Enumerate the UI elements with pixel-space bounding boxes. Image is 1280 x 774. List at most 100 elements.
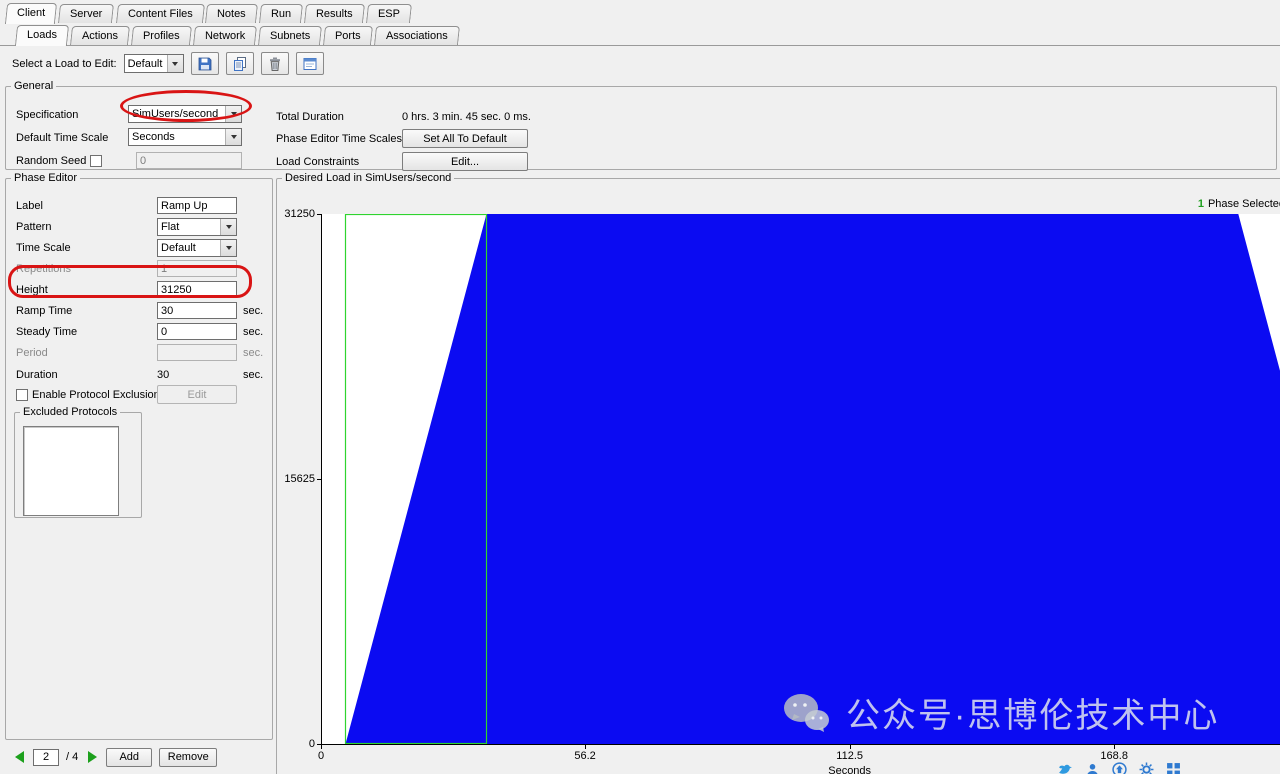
copy-icon <box>232 56 248 72</box>
phase-label-input[interactable] <box>157 197 237 214</box>
tab-run-label: Run <box>271 8 291 20</box>
period-unit: sec. <box>243 347 263 359</box>
tab-content-files[interactable]: Content Files <box>116 4 205 23</box>
chevron-down-icon <box>220 219 236 235</box>
tab-esp[interactable]: ESP <box>366 4 412 23</box>
phase-editor-group: Phase Editor Label Pattern Flat Time Sca… <box>5 172 273 740</box>
load-select[interactable]: Default <box>124 54 184 73</box>
tab-subnets[interactable]: Subnets <box>258 26 322 45</box>
repetitions-label: Repetitions <box>16 263 71 275</box>
x-tick-label: 56.2 <box>574 750 595 762</box>
tab-network[interactable]: Network <box>193 26 257 45</box>
specification-value: SimUsers/second <box>132 108 218 120</box>
chevron-down-icon <box>225 106 241 122</box>
height-input[interactable] <box>157 281 237 298</box>
tab-loads-label: Loads <box>27 29 57 41</box>
ramp-time-unit: sec. <box>243 305 263 317</box>
user-icon[interactable] <box>1085 762 1100 774</box>
tab-notes[interactable]: Notes <box>205 4 258 23</box>
steady-time-unit: sec. <box>243 326 263 338</box>
delete-load-button[interactable] <box>261 52 289 75</box>
time-scale-select[interactable]: Default <box>157 239 237 257</box>
phase-number-input[interactable] <box>33 749 59 766</box>
add-phase-button[interactable]: Add <box>106 748 152 767</box>
chevron-down-icon <box>225 129 241 145</box>
set-all-to-default-button[interactable]: Set All To Default <box>402 129 528 148</box>
phase-selected-indicator: 1Phase Selected <box>1198 198 1280 210</box>
pattern-value: Flat <box>161 221 179 233</box>
copy-load-button[interactable] <box>226 52 254 75</box>
tab-subnets-label: Subnets <box>270 30 310 42</box>
duration-value: 30 <box>157 369 169 381</box>
x-tick-mark <box>585 745 586 749</box>
ramp-time-label: Ramp Time <box>16 305 72 317</box>
pattern-label: Pattern <box>16 221 51 233</box>
main-tab-bar: Client Server Content Files Notes Run Re… <box>0 0 1280 23</box>
tab-ports[interactable]: Ports <box>323 26 373 45</box>
tab-profiles-label: Profiles <box>143 30 180 42</box>
next-phase-button[interactable] <box>85 749 99 765</box>
chevron-down-icon <box>167 55 183 72</box>
time-scale-value: Default <box>161 242 196 254</box>
tab-associations[interactable]: Associations <box>374 26 460 45</box>
load-chart <box>322 214 1280 744</box>
load-toolbar: Select a Load to Edit: Default <box>12 52 324 75</box>
enable-protocol-exclusion-checkbox[interactable] <box>16 389 28 401</box>
save-load-button[interactable] <box>191 52 219 75</box>
period-label: Period <box>16 347 48 359</box>
tab-server[interactable]: Server <box>58 4 114 23</box>
tab-associations-label: Associations <box>386 30 448 42</box>
x-tick-mark <box>321 745 322 749</box>
general-group-title: General <box>11 80 56 92</box>
tab-server-label: Server <box>70 8 102 20</box>
x-axis-title: Seconds <box>828 765 871 774</box>
x-tick-label: 0 <box>318 750 324 762</box>
repetitions-input <box>157 260 237 277</box>
load-constraints-label: Load Constraints <box>276 156 359 168</box>
load-constraints-edit-button[interactable]: Edit... <box>402 152 528 171</box>
excluded-protocols-list[interactable] <box>23 426 119 516</box>
x-tick-label: 168.8 <box>1100 750 1128 762</box>
default-time-scale-label: Default Time Scale <box>16 132 108 144</box>
tab-notes-label: Notes <box>217 8 246 20</box>
period-input <box>157 344 237 361</box>
trash-icon <box>267 56 283 72</box>
phase-total-label: / 4 <box>66 751 78 763</box>
duration-label: Duration <box>16 369 58 381</box>
pattern-select[interactable]: Flat <box>157 218 237 236</box>
tab-results[interactable]: Results <box>304 4 365 23</box>
phase-selected-count: 1 <box>1198 198 1204 210</box>
tab-network-label: Network <box>205 30 245 42</box>
bird-icon[interactable] <box>1058 762 1073 774</box>
chart-panel: Desired Load in SimUsers/second 1Phase S… <box>276 172 1280 774</box>
remove-phase-button[interactable]: Remove <box>159 748 217 767</box>
specification-select[interactable]: SimUsers/second <box>128 105 242 123</box>
arrow-up-circle-icon[interactable] <box>1112 762 1127 774</box>
client-sub-tab-bar: Loads Actions Profiles Network Subnets P… <box>0 23 1280 46</box>
total-duration-label: Total Duration <box>276 111 344 123</box>
default-time-scale-select[interactable]: Seconds <box>128 128 242 146</box>
random-seed-checkbox[interactable] <box>90 155 102 167</box>
tab-profiles[interactable]: Profiles <box>131 26 192 45</box>
ramp-time-input[interactable] <box>157 302 237 319</box>
plot-area[interactable] <box>321 214 1280 745</box>
steady-time-input[interactable] <box>157 323 237 340</box>
random-seed-input <box>136 152 242 169</box>
tab-results-label: Results <box>316 8 353 20</box>
excluded-protocols-title: Excluded Protocols <box>20 406 120 418</box>
height-label: Height <box>16 284 48 296</box>
tab-actions[interactable]: Actions <box>70 26 130 45</box>
load-area <box>322 214 1280 744</box>
tab-loads[interactable]: Loads <box>15 25 69 46</box>
tab-run[interactable]: Run <box>259 4 303 23</box>
left-arrow-icon <box>15 751 24 763</box>
grid-icon[interactable] <box>1166 762 1181 774</box>
rename-load-button[interactable] <box>296 52 324 75</box>
gear-icon[interactable] <box>1139 762 1154 774</box>
tab-client[interactable]: Client <box>5 3 57 24</box>
specification-label: Specification <box>16 109 78 121</box>
y-axis-labels: 01562531250 <box>277 214 319 745</box>
prev-phase-button[interactable] <box>12 749 26 765</box>
tab-ports-label: Ports <box>335 30 361 42</box>
chevron-down-icon <box>220 240 236 256</box>
